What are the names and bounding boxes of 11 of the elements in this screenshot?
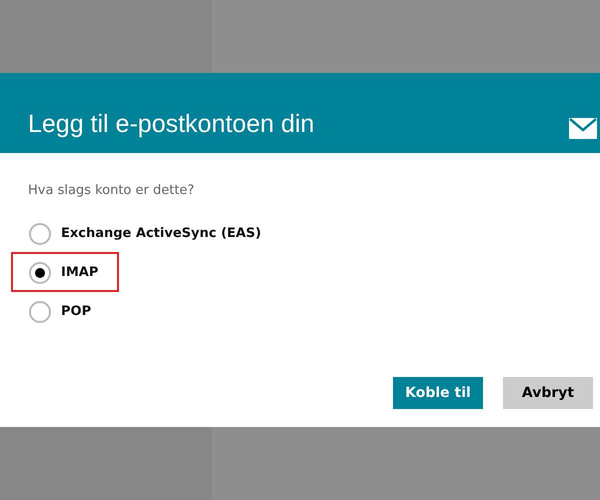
mail-icon: [569, 118, 597, 139]
radio-button[interactable]: [29, 300, 51, 322]
cancel-button[interactable]: Avbryt: [503, 377, 593, 409]
radio-button[interactable]: [29, 222, 51, 244]
radio-button[interactable]: [29, 262, 51, 284]
option-label[interactable]: POP: [61, 302, 92, 322]
option-label[interactable]: IMAP: [61, 262, 98, 282]
connect-button[interactable]: Koble til: [393, 377, 483, 409]
option-label[interactable]: Exchange ActiveSync (EAS): [61, 224, 262, 244]
question-text: Hva slags konto er dette?: [28, 182, 194, 200]
dialog-title: Legg til e-postkontoen din: [28, 109, 314, 139]
